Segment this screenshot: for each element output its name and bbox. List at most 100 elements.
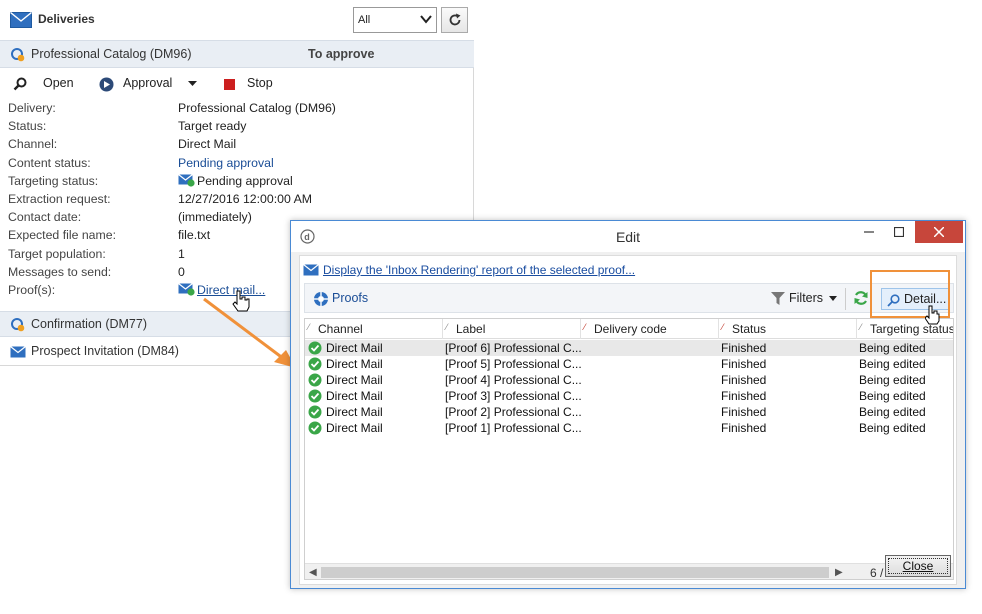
close-button[interactable]: Close [885, 555, 951, 577]
cell-targeting-status: Being edited [859, 357, 926, 371]
cell-label: [Proof 1] Professional C... [445, 421, 582, 435]
column-header-label[interactable]: Label [456, 322, 485, 336]
selected-delivery-row[interactable]: Professional Catalog (DM96) To approve [0, 40, 474, 68]
approval-action[interactable]: Approval [123, 76, 172, 90]
window-close-button[interactable] [915, 221, 963, 243]
column-header-status[interactable]: Status [732, 322, 766, 336]
cell-label: [Proof 4] Professional C... [445, 373, 582, 387]
cell-targeting-status: Being edited [859, 341, 926, 355]
inbox-rendering-link[interactable]: Display the 'Inbox Rendering' report of … [323, 263, 635, 277]
maximize-icon [894, 227, 904, 237]
toolbar-divider [845, 288, 846, 310]
cell-channel: Direct Mail [326, 389, 383, 403]
cell-targeting-status: Being edited [859, 373, 926, 387]
arrow-annotation [203, 297, 296, 368]
detail-row: Channel: Direct Mail [8, 137, 468, 155]
filter-select[interactable]: All [353, 7, 437, 33]
delivery-name: Confirmation (DM77) [31, 317, 148, 331]
detail-value: Target ready [178, 119, 247, 134]
caret-down-icon[interactable] [188, 81, 197, 87]
horizontal-scrollbar[interactable]: ◀ ▶ 6 / 6 [305, 563, 953, 579]
column-header-targeting-status[interactable]: Targeting status [870, 322, 953, 336]
dialog-titlebar[interactable]: d Edit [291, 221, 965, 252]
cell-label: [Proof 2] Professional C... [445, 405, 582, 419]
sort-indicator-icon: ⁄ [722, 322, 724, 332]
cell-label: [Proof 5] Professional C... [445, 357, 582, 371]
stop-action[interactable]: Stop [247, 76, 273, 90]
envelope-icon [10, 12, 32, 28]
detail-row: Content status: Pending approval [8, 156, 468, 174]
refresh-button[interactable] [441, 7, 468, 33]
maximize-button[interactable] [885, 221, 913, 243]
filters-button[interactable]: Filters [789, 291, 823, 305]
cell-status: Finished [721, 357, 767, 371]
delivery-status-icon [11, 48, 25, 62]
delivery-name: Prospect Invitation (DM84) [31, 344, 179, 358]
detail-label: Content status: [8, 155, 91, 170]
minimize-button[interactable] [855, 221, 883, 243]
detail-value: Pending approval [178, 174, 293, 188]
approval-icon [99, 77, 114, 92]
detail-value: Direct Mail [178, 137, 237, 152]
column-divider [856, 319, 857, 339]
chevron-down-icon [420, 15, 432, 24]
detail-row: Extraction request: 12/27/2016 12:00:00 … [8, 192, 468, 210]
cell-label: [Proof 6] Professional C... [445, 341, 582, 355]
scrollbar-thumb[interactable] [321, 567, 829, 578]
detail-label: Targeting status: [8, 173, 99, 188]
open-action[interactable]: Open [43, 76, 74, 90]
cell-channel: Direct Mail [326, 373, 383, 387]
detail-value: (immediately) [178, 210, 252, 225]
cell-status: Finished [721, 341, 767, 355]
table-row[interactable]: Direct Mail [Proof 6] Professional C... … [305, 340, 953, 356]
table-row[interactable]: Direct Mail [Proof 3] Professional C... … [305, 388, 953, 404]
refresh-icon [449, 13, 460, 26]
close-icon [934, 227, 944, 237]
sort-indicator-icon: ⁄ [308, 322, 310, 332]
detail-label: Expected file name: [8, 228, 117, 243]
filter-select-value: All [358, 14, 371, 26]
check-circle-icon [308, 389, 322, 403]
check-circle-icon [308, 373, 322, 387]
minimize-icon [864, 231, 874, 233]
table-row[interactable]: Direct Mail [Proof 4] Professional C... … [305, 372, 953, 388]
detail-value: 1 [178, 246, 185, 261]
sort-indicator-icon: ⁄ [446, 322, 448, 332]
cell-targeting-status: Being edited [859, 389, 926, 403]
caret-down-icon[interactable] [829, 296, 837, 301]
detail-row: Status: Target ready [8, 119, 468, 137]
edit-dialog: d Edit Display the 'Inbox Rendering' rep… [290, 220, 966, 589]
proofs-toolbar: Proofs Filters Detail... [304, 283, 954, 313]
table-row[interactable]: Direct Mail [Proof 2] Professional C... … [305, 404, 953, 420]
content-status-value: Pending approval [178, 155, 274, 170]
table-row[interactable]: Direct Mail [Proof 5] Professional C... … [305, 356, 953, 372]
scroll-right-icon[interactable]: ▶ [835, 567, 843, 578]
delivery-actions: Open Approval Stop [0, 70, 474, 98]
refresh-icon[interactable] [853, 290, 869, 306]
hand-cursor-icon [925, 305, 940, 325]
detail-value: Professional Catalog (DM96) [178, 101, 336, 115]
sort-indicator-icon: ⁄ [860, 322, 862, 332]
envelope-check-icon [178, 282, 195, 296]
column-header-channel[interactable]: Channel [318, 322, 363, 336]
detail-value: 0 [178, 264, 185, 279]
check-circle-icon [308, 357, 322, 371]
detail-label: Channel: [8, 137, 58, 152]
detail-label: Proof(s): [8, 282, 56, 297]
sort-indicator-icon: ⁄ [584, 322, 586, 332]
filter-icon [771, 292, 785, 305]
envelope-icon [303, 264, 319, 276]
column-header-delivery-code[interactable]: Delivery code [594, 322, 667, 336]
detail-label: Status: [8, 119, 47, 134]
detail-label: Contact date: [8, 210, 82, 225]
table-row[interactable]: Direct Mail [Proof 1] Professional C... … [305, 420, 953, 436]
cell-channel: Direct Mail [326, 421, 383, 435]
search-icon [13, 77, 27, 91]
detail-label: Target population: [8, 246, 106, 261]
scroll-left-icon[interactable]: ◀ [309, 567, 317, 578]
stop-icon [224, 79, 235, 90]
envelope-check-icon [178, 173, 195, 187]
grid-header: ⁄ Channel ⁄ Label ⁄ Delivery code ⁄ Stat… [305, 319, 953, 339]
check-circle-icon [308, 341, 322, 355]
selected-delivery-state: To approve [308, 47, 375, 61]
